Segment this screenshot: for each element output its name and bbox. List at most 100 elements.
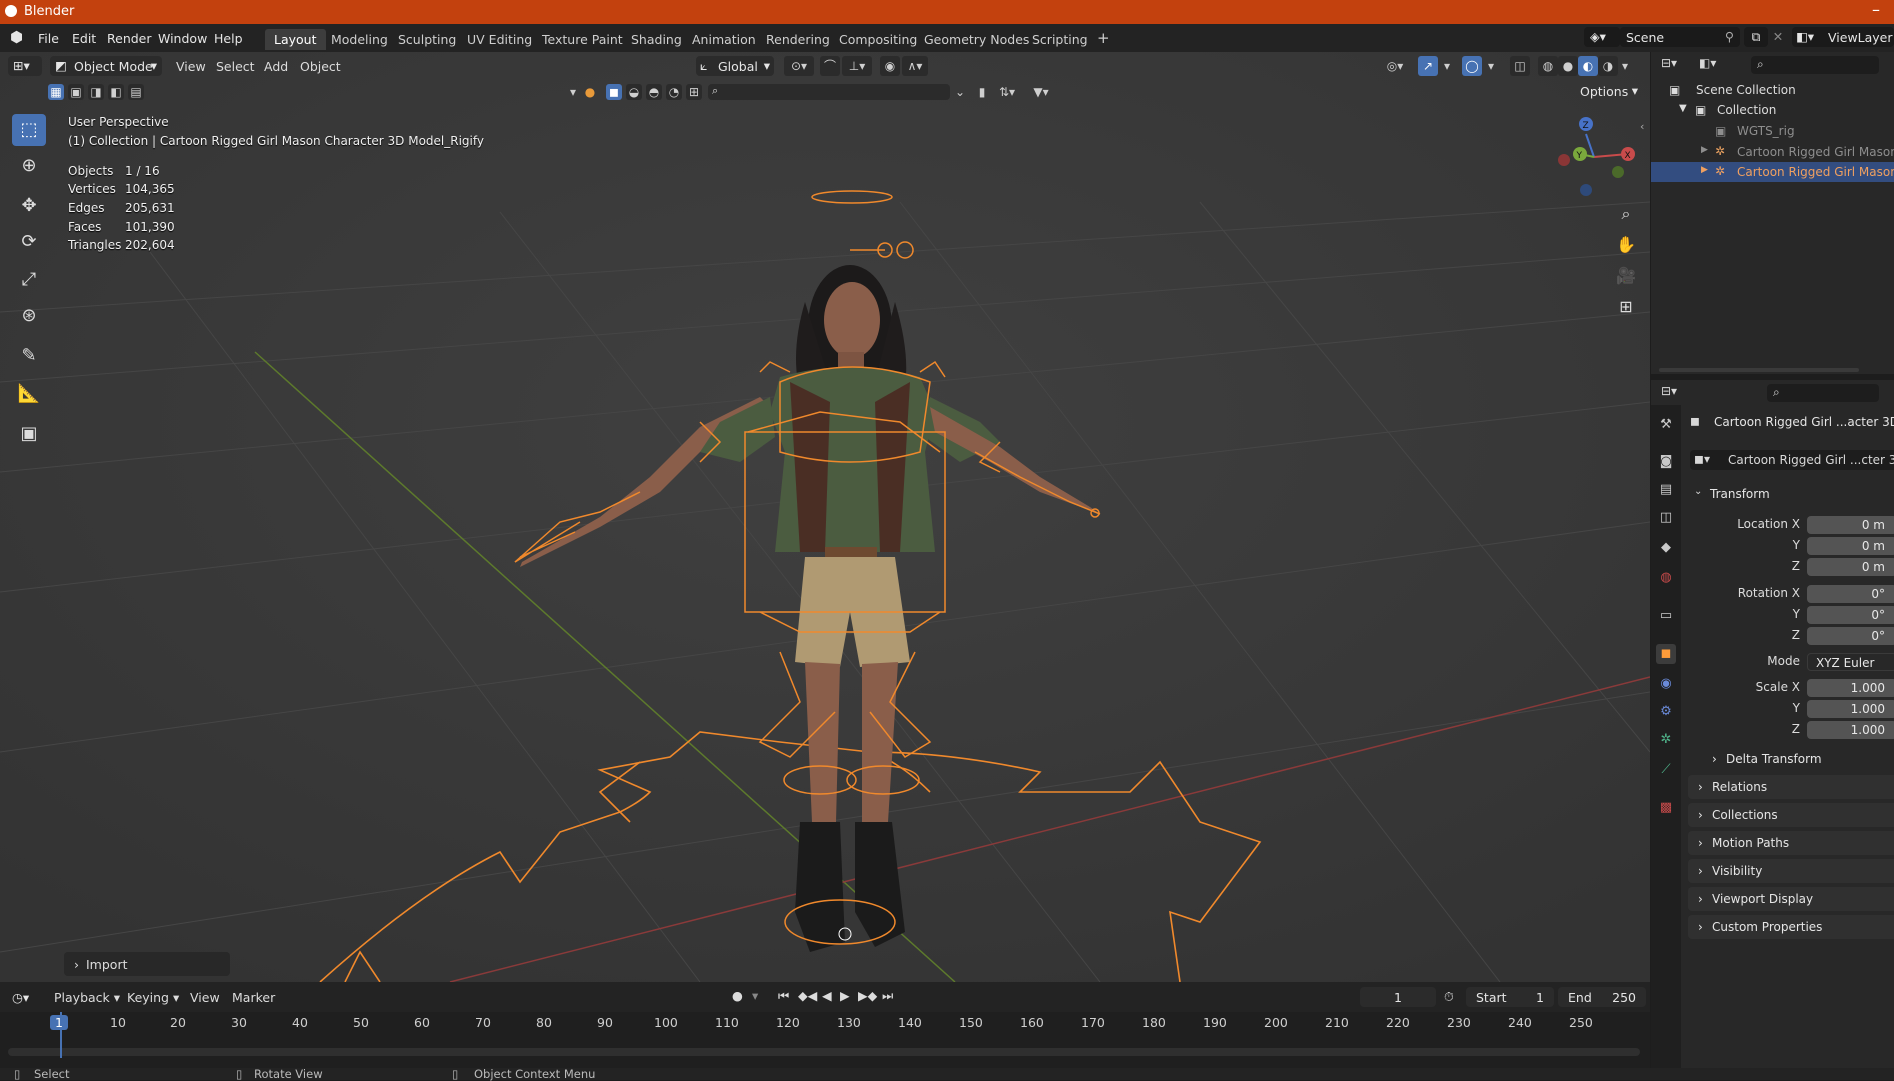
timeline-editor-type-icon[interactable]: ◷▾ bbox=[8, 988, 42, 1008]
menu-edit[interactable]: Edit bbox=[72, 31, 96, 46]
rotation-x-field[interactable]: 0° bbox=[1807, 585, 1894, 603]
outliner-row-object-selected[interactable]: ▶ ✲ Cartoon Rigged Girl Mason Ch bbox=[1651, 162, 1894, 182]
overlay-dropdown-icon[interactable]: ▾ bbox=[1484, 56, 1498, 76]
play-reverse-icon[interactable]: ◀ bbox=[822, 988, 832, 1003]
last-operator-panel[interactable]: › Import bbox=[64, 952, 230, 976]
outliner-row-wgts-rig[interactable]: ▣ WGTS_rig bbox=[1651, 121, 1894, 141]
new-scene-icon[interactable]: ⧉ bbox=[1744, 27, 1768, 47]
select-box-tool-icon[interactable]: ⬚ bbox=[12, 114, 46, 146]
outliner-row-object[interactable]: ▶ ✲ Cartoon Rigged Girl Mason Ch bbox=[1651, 142, 1894, 162]
color-icon[interactable]: ● bbox=[582, 84, 598, 100]
transform-orientation-dropdown[interactable]: ⟀ Global ▾ bbox=[696, 56, 774, 76]
scale-x-field[interactable]: 1.000 bbox=[1807, 679, 1894, 697]
timeline-menu-keying[interactable]: Keying ▾ bbox=[127, 990, 179, 1005]
tab-output-icon[interactable]: ▤ bbox=[1656, 480, 1676, 500]
select-extend-icon[interactable]: ▣ bbox=[68, 84, 84, 100]
proportional-edit-icon[interactable]: ◉ bbox=[880, 56, 900, 76]
outliner-search-input[interactable]: ⌕ bbox=[1751, 56, 1879, 74]
tab-constraints-icon[interactable]: ⚙ bbox=[1656, 702, 1676, 722]
select-new-icon[interactable]: ▦ bbox=[48, 84, 64, 100]
collapse-icon[interactable]: ▾ bbox=[566, 84, 580, 100]
properties-search-input[interactable]: ⌕ bbox=[1767, 384, 1879, 402]
tab-texture-icon[interactable]: ▩ bbox=[1656, 798, 1676, 818]
tab-world-icon[interactable]: ◍ bbox=[1656, 568, 1676, 588]
menu-file[interactable]: File bbox=[38, 31, 59, 46]
tab-view-layer-icon[interactable]: ◫ bbox=[1656, 508, 1676, 528]
tab-animation[interactable]: Animation bbox=[683, 29, 765, 50]
tab-scripting[interactable]: Scripting bbox=[1023, 29, 1097, 50]
falloff-icon[interactable]: ∧▾ bbox=[902, 56, 928, 76]
tab-bone-icon[interactable]: ⟋ bbox=[1656, 760, 1676, 780]
dropdown-icon[interactable]: ⌄ bbox=[952, 84, 968, 100]
section-viewport-display[interactable]: › Viewport Display bbox=[1688, 887, 1894, 911]
tab-layout[interactable]: Layout bbox=[265, 29, 326, 50]
snap-target-icon[interactable]: ⊥▾ bbox=[842, 56, 872, 76]
outliner-row-collection[interactable]: ▼ ▣ Collection bbox=[1651, 100, 1894, 120]
jump-end-icon[interactable]: ⏭ bbox=[882, 988, 893, 1004]
transform-expand-icon[interactable]: ⌄ bbox=[1694, 486, 1702, 497]
rotate-tool-icon[interactable]: ⟳ bbox=[12, 226, 46, 258]
outliner-scrollbar[interactable] bbox=[1659, 368, 1859, 372]
section-motion-paths[interactable]: › Motion Paths bbox=[1688, 831, 1894, 855]
tab-texture-paint[interactable]: Texture Paint bbox=[533, 29, 632, 50]
bookmark-icon[interactable]: ▮ bbox=[974, 84, 990, 100]
sort-icon[interactable]: ⇅▾ bbox=[994, 84, 1020, 100]
section-delta-transform[interactable]: › Delta Transform bbox=[1700, 747, 1894, 771]
menu-render[interactable]: Render bbox=[107, 31, 152, 46]
tab-scene-icon[interactable]: ◆ bbox=[1656, 538, 1676, 558]
location-x-field[interactable]: 0 m bbox=[1807, 516, 1894, 534]
expand-icon[interactable]: ▶ bbox=[1701, 145, 1708, 155]
rendered-shading-icon[interactable]: ◑ bbox=[1598, 56, 1618, 76]
tab-uv-editing[interactable]: UV Editing bbox=[458, 29, 541, 50]
editor-type-icon[interactable]: ⊞▾ bbox=[8, 56, 42, 76]
add-workspace-icon[interactable]: + bbox=[1088, 26, 1119, 50]
viewport-menu-view[interactable]: View bbox=[176, 59, 206, 74]
end-frame-field[interactable]: End 250 bbox=[1558, 987, 1646, 1007]
jump-start-icon[interactable]: ⏮ bbox=[778, 988, 789, 1004]
xray-icon[interactable]: ◫ bbox=[1510, 56, 1530, 76]
tab-physics-icon[interactable]: ◉ bbox=[1656, 674, 1676, 694]
mode-selector[interactable]: ◩ Object Mode ▾ bbox=[50, 56, 162, 76]
measure-tool-icon[interactable]: 📐 bbox=[12, 378, 46, 410]
solid-shading-icon[interactable]: ● bbox=[1558, 56, 1578, 76]
tab-shading[interactable]: Shading bbox=[622, 29, 691, 50]
section-relations[interactable]: › Relations bbox=[1688, 775, 1894, 799]
expand-icon[interactable]: ▶ bbox=[1701, 165, 1708, 175]
current-frame-field[interactable]: 1 bbox=[1360, 987, 1436, 1007]
filter-curve-icon[interactable]: ◒ bbox=[626, 84, 642, 100]
tab-geometry-nodes[interactable]: Geometry Nodes bbox=[915, 29, 1038, 50]
prev-keyframe-icon[interactable]: ◆◀ bbox=[798, 988, 817, 1003]
expand-icon[interactable]: ▼ bbox=[1679, 103, 1687, 114]
tab-modeling[interactable]: Modeling bbox=[322, 29, 397, 50]
delete-scene-icon[interactable]: ✕ bbox=[1770, 27, 1786, 47]
overlay-toggle-icon[interactable]: ◯ bbox=[1462, 56, 1482, 76]
scale-z-field[interactable]: 1.000 bbox=[1807, 721, 1894, 739]
add-cube-tool-icon[interactable]: ▣ bbox=[12, 418, 46, 450]
rotation-mode-dropdown[interactable]: XYZ Euler bbox=[1807, 653, 1894, 671]
annotate-tool-icon[interactable]: ✎ bbox=[12, 340, 46, 372]
options-dropdown[interactable]: Options ▾ bbox=[1576, 82, 1642, 100]
start-frame-field[interactable]: Start 1 bbox=[1466, 987, 1554, 1007]
viewport-menu-object[interactable]: Object bbox=[300, 59, 341, 74]
timeline-scrollbar[interactable] bbox=[8, 1048, 1640, 1056]
outliner-editor-type-icon[interactable]: ⊟▾ bbox=[1661, 56, 1691, 76]
timeline-menu-marker[interactable]: Marker bbox=[232, 990, 275, 1005]
gizmo-toggle-icon[interactable]: ↗ bbox=[1418, 56, 1438, 76]
timeline-menu-view[interactable]: View bbox=[190, 990, 220, 1005]
zoom-icon[interactable]: ⌕ bbox=[1612, 200, 1640, 228]
select-subtract-icon[interactable]: ◨ bbox=[88, 84, 104, 100]
wireframe-shading-icon[interactable]: ◍ bbox=[1538, 56, 1558, 76]
select-invert-icon[interactable]: ◧ bbox=[108, 84, 124, 100]
filter-mesh-icon[interactable]: ◼ bbox=[606, 84, 622, 100]
snap-icon[interactable]: ⌒ bbox=[820, 56, 840, 76]
gizmo-dropdown-icon[interactable]: ▾ bbox=[1440, 56, 1454, 76]
navigation-gizmo[interactable]: X Z Y bbox=[1548, 112, 1638, 202]
location-y-field[interactable]: 0 m bbox=[1807, 537, 1894, 555]
tab-render-icon[interactable]: ◙ bbox=[1656, 452, 1676, 472]
tab-sculpting[interactable]: Sculpting bbox=[389, 29, 465, 50]
scale-y-field[interactable]: 1.000 bbox=[1807, 700, 1894, 718]
auto-key-dropdown-icon[interactable]: ▾ bbox=[752, 988, 758, 1003]
frame-tick-current[interactable]: 1 bbox=[50, 1015, 68, 1030]
object-datablock-field[interactable]: ◼▾ Cartoon Rigged Girl ...cter 3D M bbox=[1690, 450, 1894, 470]
view-layer-field[interactable]: ◧▾ ViewLayer bbox=[1792, 27, 1894, 47]
